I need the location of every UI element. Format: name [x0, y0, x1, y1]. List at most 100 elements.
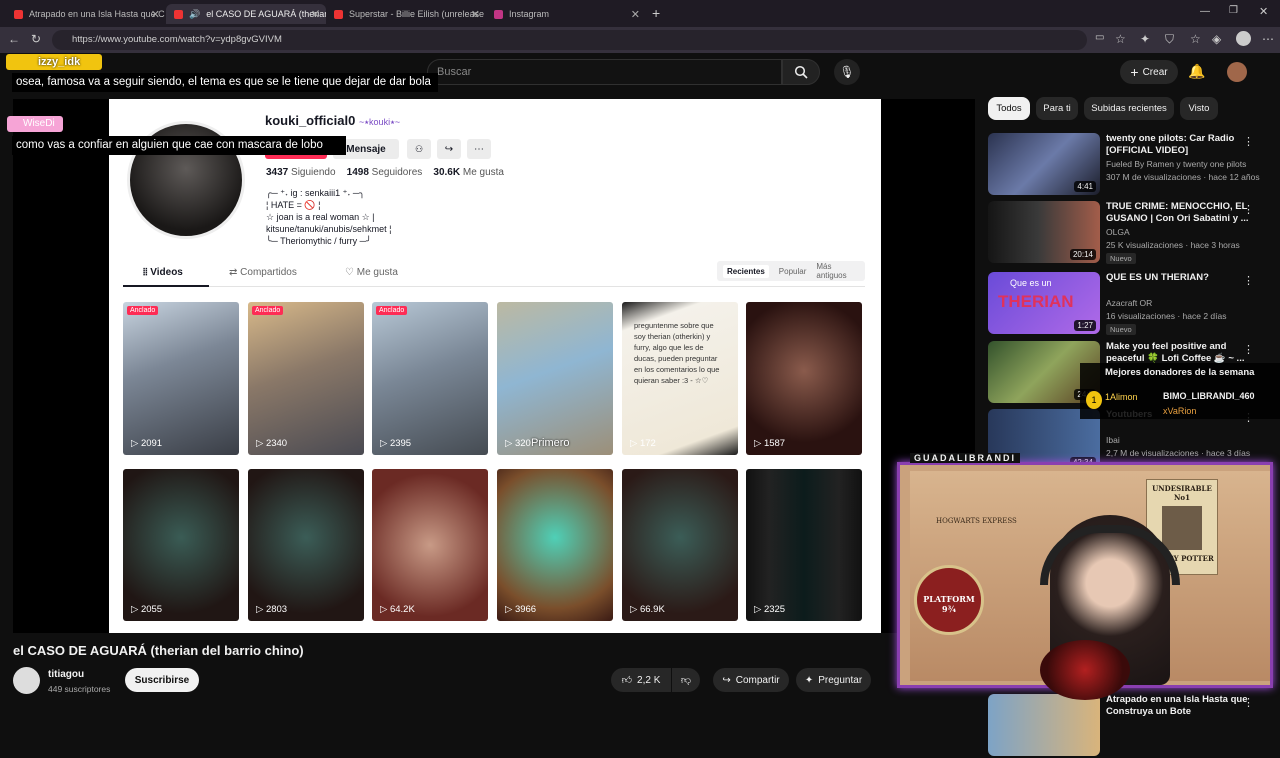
minimize-icon[interactable]: —	[1200, 6, 1210, 17]
favorite-star-icon[interactable]: ☆	[1115, 32, 1126, 46]
tiktok-video-thumb[interactable]: ▷ 3966	[497, 469, 613, 621]
reload-icon[interactable]: ↻	[31, 32, 41, 46]
sort-popular[interactable]: Popular	[779, 267, 807, 276]
extensions-icon[interactable]: ✦	[1140, 32, 1150, 46]
collections-icon[interactable]: ☆	[1190, 32, 1201, 46]
recommended-channel[interactable]: Fueled By Ramen y twenty one pilots	[1106, 159, 1266, 170]
channel-name[interactable]: titiagou	[48, 669, 84, 680]
thumbs-down-icon: 👎︎	[680, 675, 692, 686]
browser-tab-2[interactable]: 🔊 el CASO DE AGUARÁ (therian ✕	[166, 4, 326, 24]
view-count: ▷ 66.9K	[630, 604, 665, 615]
recommended-channel[interactable]: Ibai	[1106, 435, 1266, 446]
recommended-thumbnail[interactable]: Que es un THERIAN 1:27	[988, 272, 1100, 334]
more-actions-icon[interactable]: ⋮	[1243, 696, 1254, 709]
share-button[interactable]: ↪ Compartir	[713, 668, 789, 692]
ask-label: Preguntar	[818, 674, 863, 686]
tiktok-video-thumb[interactable]: Anclado ▷ 2395	[372, 302, 488, 455]
video-duration: 20:14	[1069, 249, 1096, 260]
back-icon[interactable]: ←	[8, 32, 20, 46]
close-tab-icon[interactable]: ✕	[631, 8, 640, 21]
tiktok-video-thumb[interactable]: Anclado ▷ 2340	[248, 302, 364, 455]
tiktok-video-thumb[interactable]: Anclado ▷ 2091	[123, 302, 239, 455]
recommended-title[interactable]: Atrapado en una Isla Hasta que Construya…	[1106, 694, 1254, 718]
close-tab-icon[interactable]: ✕	[471, 8, 480, 21]
account-avatar[interactable]	[1227, 62, 1247, 82]
tab-videos[interactable]: ⦙⦙ Videos	[143, 267, 183, 278]
browser-tab-3[interactable]: Superstar - Billie Eilish (unrelease ✕	[326, 4, 486, 24]
chip-para-ti[interactable]: Para ti	[1036, 97, 1078, 120]
recommended-video[interactable]: Atrapado en una Isla Hasta que Construya…	[988, 694, 1272, 758]
dislike-button[interactable]: 👎︎	[672, 668, 700, 692]
tiktok-video-thumb[interactable]: ▷ 66.9K	[622, 469, 738, 621]
tiktok-video-thumb[interactable]: Primero ▷ 320	[497, 302, 613, 455]
recommended-video[interactable]: Que es un THERIAN 1:27 QUE ES UN THERIAN? Az…	[988, 272, 1272, 336]
browser-tab-1[interactable]: Atrapado en una Isla Hasta que C ✕	[6, 4, 166, 24]
channel-avatar[interactable]	[13, 667, 40, 694]
tab-shared[interactable]: ⇄ Compartidos	[229, 267, 297, 278]
recommended-video[interactable]: 4:41 twenty one pilots: Car Radio [OFFICI…	[988, 133, 1272, 197]
tiktok-video-thumb[interactable]: ▷ 1587	[746, 302, 862, 455]
sort-oldest[interactable]: Más antiguos	[816, 262, 859, 280]
tab-liked[interactable]: ♡ Me gusta	[345, 267, 398, 278]
like-button[interactable]: 👍︎ 2,2 K	[611, 668, 671, 692]
message-label: Mensaje	[346, 143, 386, 155]
search-button[interactable]	[782, 59, 820, 85]
recommended-video[interactable]: 20:14 TRUE CRIME: MENOCCHIO, EL GUSANO | …	[988, 201, 1272, 265]
close-tab-icon[interactable]: ✕	[311, 8, 320, 21]
recommended-title[interactable]: QUE ES UN THERIAN?	[1106, 272, 1254, 284]
view-count: ▷ 2340	[256, 438, 287, 449]
recommended-thumbnail[interactable]: 4:41	[988, 133, 1100, 195]
play-icon: ▷	[630, 604, 640, 615]
recommended-thumbnail[interactable]: 20:14	[988, 201, 1100, 263]
tiktok-video-thumb[interactable]: ▷ 2055	[123, 469, 239, 621]
reader-icon[interactable]: ▭	[1095, 32, 1104, 43]
recommended-title[interactable]: TRUE CRIME: MENOCCHIO, EL GUSANO | Con O…	[1106, 201, 1254, 225]
tiktok-video-thumb[interactable]: ▷ 64.2K	[372, 469, 488, 621]
notifications-bell-icon[interactable]: 🔔	[1188, 63, 1205, 80]
recommended-title[interactable]: twenty one pilots: Car Radio [OFFICIAL V…	[1106, 133, 1254, 157]
profile-icon[interactable]	[1236, 31, 1251, 46]
recommended-title[interactable]: Make you feel positive and peaceful 🍀 Lo…	[1106, 341, 1254, 365]
like-count: 2,2 K	[637, 674, 661, 686]
video-title: el CASO DE AGUARÁ (therian del barrio ch…	[13, 643, 304, 658]
shield-icon[interactable]: ⛉	[1165, 32, 1174, 47]
close-tab-icon[interactable]: ✕	[151, 8, 160, 21]
recommended-channel[interactable]: Azacraft OR	[1106, 298, 1266, 309]
ask-button[interactable]: ✦ Preguntar	[796, 668, 871, 692]
more-actions-icon[interactable]: ⋮	[1243, 135, 1254, 148]
chip-visto[interactable]: Visto	[1180, 97, 1218, 120]
menu-dots-icon[interactable]: ⋯	[1262, 32, 1274, 46]
thumbnail-caption: THERIAN	[998, 292, 1074, 311]
more-actions-icon[interactable]: ⋮	[1243, 274, 1254, 287]
badge-row: Nuevo	[1106, 253, 1266, 264]
maximize-icon[interactable]: ❐	[1229, 5, 1238, 16]
close-window-icon[interactable]: ✕	[1259, 5, 1268, 18]
search-input[interactable]: Buscar	[427, 59, 782, 85]
more-actions-icon[interactable]: ⋮	[1243, 203, 1254, 216]
tiktok-video-thumb[interactable]: preguntenme sobre que soy therian (other…	[622, 302, 738, 455]
view-count-text: 64.2K	[389, 604, 415, 615]
recommended-thumbnail[interactable]	[988, 694, 1100, 756]
speaker-icon[interactable]: 🔊	[189, 9, 200, 20]
sort-recent[interactable]: Recientes	[723, 264, 769, 278]
subscribe-button[interactable]: Suscribirse	[125, 668, 199, 692]
share-icon[interactable]: ↪	[437, 139, 461, 159]
new-tab-icon[interactable]: +	[652, 5, 660, 21]
more-actions-icon[interactable]: ⋮	[1243, 343, 1254, 356]
create-button[interactable]: + Crear	[1120, 60, 1178, 84]
recommended-meta: 25 K visualizaciones · hace 3 horas	[1106, 240, 1240, 250]
security-icon[interactable]: ◈	[1212, 32, 1221, 46]
browser-tab-4[interactable]: Instagram ✕	[486, 4, 646, 24]
tiktok-video-thumb[interactable]: ▷ 2325	[746, 469, 862, 621]
pinned-badge: Anclado	[252, 306, 284, 315]
create-label: Crear	[1142, 66, 1168, 78]
bio-line: kitsune/tanuki/anubis/sehkmet ¦	[266, 224, 392, 234]
url-input[interactable]: https://www.youtube.com/watch?v=ydp8gvGV…	[52, 30, 1087, 50]
chip-todos[interactable]: Todos	[988, 97, 1030, 120]
more-options-icon[interactable]: ⋯	[467, 139, 491, 159]
chip-subidas-recientes[interactable]: Subidas recientes	[1084, 97, 1174, 120]
tiktok-video-thumb[interactable]: ▷ 2803	[248, 469, 364, 621]
recommended-channel[interactable]: OLGA	[1106, 227, 1266, 238]
add-friend-icon[interactable]: ⚇	[407, 139, 431, 159]
voice-search-button[interactable]: 🎙	[834, 59, 860, 85]
